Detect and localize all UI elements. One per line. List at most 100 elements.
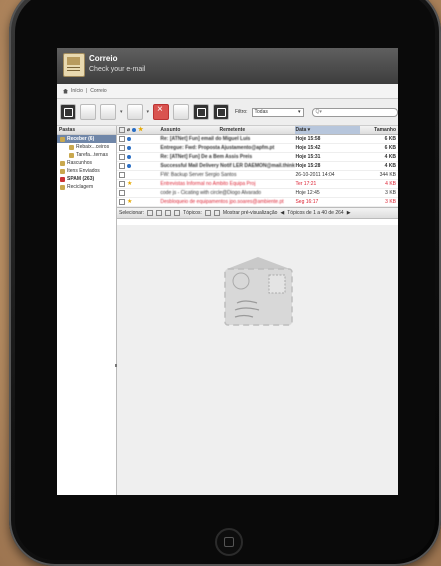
row-checkbox[interactable]	[119, 163, 125, 169]
filter-select[interactable]: Todas ▾	[251, 107, 304, 117]
row-date: Hoje 15:42	[295, 145, 321, 151]
select-none-icon[interactable]	[174, 210, 181, 216]
unread-icon[interactable]	[127, 164, 131, 168]
row-subject: Entrevistas Informal no Ambito Equipa Pr…	[160, 181, 256, 187]
sidebar-item-label: Rascunhos	[67, 160, 93, 166]
row-date: 26-10-2011 14:04	[295, 172, 335, 178]
row-status-icons[interactable]	[117, 154, 160, 160]
expand-threads-icon[interactable]	[204, 210, 211, 216]
sidebar-item-subfolder-1[interactable]: Rebaix...ceiros	[57, 143, 116, 151]
unread-icon[interactable]	[132, 128, 137, 132]
preview-toggle[interactable]: Mostrar pré-visualização	[223, 210, 277, 216]
pager-next-icon[interactable]: ▶	[347, 210, 351, 216]
select-all-icon[interactable]	[147, 210, 154, 216]
row-status-icons[interactable]	[117, 172, 160, 178]
select-all-checkbox[interactable]	[119, 127, 125, 133]
row-checkbox[interactable]	[119, 190, 125, 196]
row-status-icons[interactable]: ★	[117, 181, 160, 187]
sidebar-item-trash[interactable]: Reciclagem	[57, 183, 116, 191]
row-subject: Successful Mail Delivery Notif LER DAEMO…	[160, 163, 296, 169]
unread-icon[interactable]	[127, 146, 131, 150]
forward-button[interactable]	[126, 104, 143, 120]
row-date: Hoje 12:45	[295, 190, 320, 196]
row-status-icons[interactable]	[117, 136, 160, 142]
sidebar-item-inbox[interactable]: Receber (6)	[57, 135, 116, 143]
sidebar-item-label: SPAM (263)	[67, 176, 95, 182]
mail-app-logo-icon	[63, 53, 85, 77]
sidebar-item-label: Receber (6)	[67, 136, 95, 142]
home-button[interactable]	[215, 528, 243, 556]
row-size: 344 KB	[379, 172, 396, 178]
row-checkbox[interactable]	[119, 199, 125, 205]
forward-dropdown-icon[interactable]: ▾	[147, 109, 150, 115]
row-date: Ter 17:21	[295, 181, 317, 187]
folder-icon	[69, 152, 74, 158]
inbox-icon	[60, 136, 65, 142]
row-checkbox[interactable]	[119, 145, 125, 151]
row-checkbox[interactable]	[119, 136, 125, 142]
search-input[interactable]: Q▾	[311, 107, 398, 117]
row-subject: Desbloqueio de equipamentos jpo.soares@a…	[160, 199, 284, 205]
row-subject: Entregue: Fwd: Proposta Ajustamento@apfm…	[160, 145, 275, 151]
column-sender[interactable]: Remetente	[220, 127, 296, 133]
filter-value: Todas	[254, 109, 268, 115]
sidebar-item-sent[interactable]: Itens Enviados	[57, 167, 116, 175]
sent-icon	[60, 168, 65, 174]
column-date[interactable]: Data ▾	[295, 126, 360, 134]
select-current-icon[interactable]	[156, 210, 163, 216]
row-subject: FW: Backup Server Sergio Santos	[160, 172, 237, 178]
select-unread-icon[interactable]	[165, 210, 172, 216]
reply-button[interactable]	[100, 104, 116, 120]
preview-pane	[117, 225, 398, 495]
table-row[interactable]: ★ Desbloqueio de equipamentos jpo.soares@…	[117, 198, 398, 207]
column-size[interactable]: Tamanho	[360, 127, 398, 133]
more-actions-button[interactable]	[193, 104, 210, 120]
flag-icon[interactable]: ★	[127, 181, 132, 187]
select-label: Selecionar:	[119, 210, 145, 216]
pager-prev-icon[interactable]: ◀	[280, 210, 284, 216]
sidebar-item-spam[interactable]: SPAM (263)	[57, 175, 116, 183]
message-pane: ⌀ ★ Assunto Remetente Data ▾ Tamanho Re:…	[117, 126, 398, 495]
filter-label: Filtro:	[235, 109, 248, 115]
unread-icon[interactable]	[127, 155, 131, 159]
table-row[interactable]: Entregue: Fwd: Proposta Ajustamento@apfm…	[117, 144, 398, 153]
list-status-bar: Selecionar: Tópicos: Mostrar pré-visuali…	[117, 207, 398, 219]
folder-sidebar: Pastas Receber (6) Rebaix...ceiros Taref…	[57, 126, 117, 495]
delete-button[interactable]	[153, 104, 170, 120]
envelope-icon	[224, 257, 293, 326]
flag-icon[interactable]: ★	[127, 199, 132, 205]
compose-button[interactable]	[80, 104, 96, 120]
row-checkbox[interactable]	[119, 181, 125, 187]
table-row[interactable]: Re: [ATNet] Fun] De a Bem Assis Preis Hoj…	[117, 153, 398, 162]
unread-icon[interactable]	[127, 137, 131, 141]
row-status-icons[interactable]	[117, 145, 160, 151]
row-checkbox[interactable]	[119, 154, 125, 160]
list-header-icons[interactable]: ⌀ ★	[117, 127, 160, 133]
flag-icon[interactable]: ★	[138, 127, 143, 133]
table-row[interactable]: Re: [ATNet] Fun] email do Miguel Luís Hoj…	[117, 135, 398, 144]
table-row[interactable]: FW: Backup Server Sergio Santos 26-10-201…	[117, 171, 398, 180]
sidebar-item-drafts[interactable]: Rascunhos	[57, 159, 116, 167]
table-row[interactable]: ★ Entrevistas Informal no Ambito Equipa P…	[117, 180, 398, 189]
row-subject: code js - Cicating with circle@Diogo Alv…	[160, 190, 262, 196]
search-icon: Q▾	[315, 109, 322, 115]
home-icon[interactable]	[63, 88, 68, 94]
row-checkbox[interactable]	[119, 172, 125, 178]
check-mail-button[interactable]	[60, 104, 76, 120]
attachment-icon[interactable]: ⌀	[127, 127, 130, 133]
breadcrumb-home-link[interactable]: Início	[71, 88, 83, 94]
reply-dropdown-icon[interactable]: ▾	[120, 109, 123, 115]
mail-toolbar: ▾ ▾ Filtro: Todas ▾ Q▾	[57, 99, 398, 126]
row-status-icons[interactable]	[117, 190, 160, 196]
table-row[interactable]: code js - Cicating with circle@Diogo Alv…	[117, 189, 398, 198]
sidebar-item-subfolder-2[interactable]: Tarefa...ternas	[57, 151, 116, 159]
row-size: 4 KB	[384, 163, 396, 169]
row-status-icons[interactable]: ★	[117, 199, 160, 205]
sidebar-item-label: Reciclagem	[67, 184, 94, 190]
collapse-threads-icon[interactable]	[213, 210, 220, 216]
column-subject[interactable]: Assunto	[160, 127, 219, 133]
table-row[interactable]: Successful Mail Delivery Notif LER DAEMO…	[117, 162, 398, 171]
row-status-icons[interactable]	[117, 163, 160, 169]
mark-button[interactable]	[173, 104, 190, 120]
settings-button[interactable]	[213, 104, 230, 120]
